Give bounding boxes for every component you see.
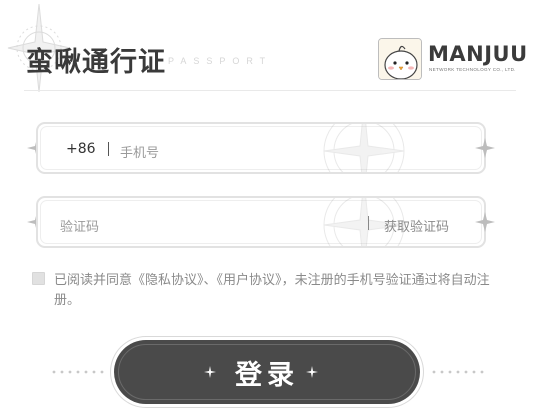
code-field[interactable]: 验证码 获取验证码 — [36, 196, 486, 248]
login-button[interactable]: 登录 — [114, 340, 420, 404]
country-code-prefix[interactable]: +86 — [66, 141, 96, 157]
sparkle-icon — [306, 366, 318, 378]
phone-separator — [108, 142, 109, 156]
agreement-separator: 、 — [203, 273, 217, 288]
user-agreement-link[interactable]: 《用户协议》 — [217, 273, 282, 288]
sparkle-icon — [475, 212, 495, 232]
page-title: 蛮啾通行证 — [26, 47, 166, 78]
header-divider — [24, 90, 516, 91]
get-code-button[interactable]: 获取验证码 — [384, 216, 449, 235]
privacy-agreement-link[interactable]: 《隐私协议》 — [132, 273, 204, 288]
brand-name: MANJUU — [428, 42, 528, 66]
agreement-checkbox[interactable] — [32, 272, 45, 285]
page-subtitle: PASSPORT — [168, 56, 273, 66]
agreement-text: 已阅读并同意《隐私协议》、《用户协议》，未注册的手机号验证通过将自动注册。 — [54, 271, 504, 311]
ornament-icon — [323, 124, 405, 172]
sparkle-icon — [475, 138, 495, 158]
dots-right-icon — [432, 370, 484, 374]
login-area: 登录 — [50, 340, 490, 406]
dots-left-icon — [52, 370, 104, 374]
login-button-label: 登录 — [235, 360, 299, 391]
brand-tagline: NETWORK TECHNOLOGY CO., LTD. — [429, 67, 516, 72]
manjuu-logo-icon — [378, 38, 422, 80]
phone-field[interactable]: +86 手机号 — [36, 122, 486, 174]
phone-input[interactable]: 手机号 — [120, 142, 159, 161]
agreement-prefix: 已阅读并同意 — [54, 273, 133, 288]
code-separator — [368, 216, 369, 230]
code-input[interactable]: 验证码 — [60, 216, 99, 235]
